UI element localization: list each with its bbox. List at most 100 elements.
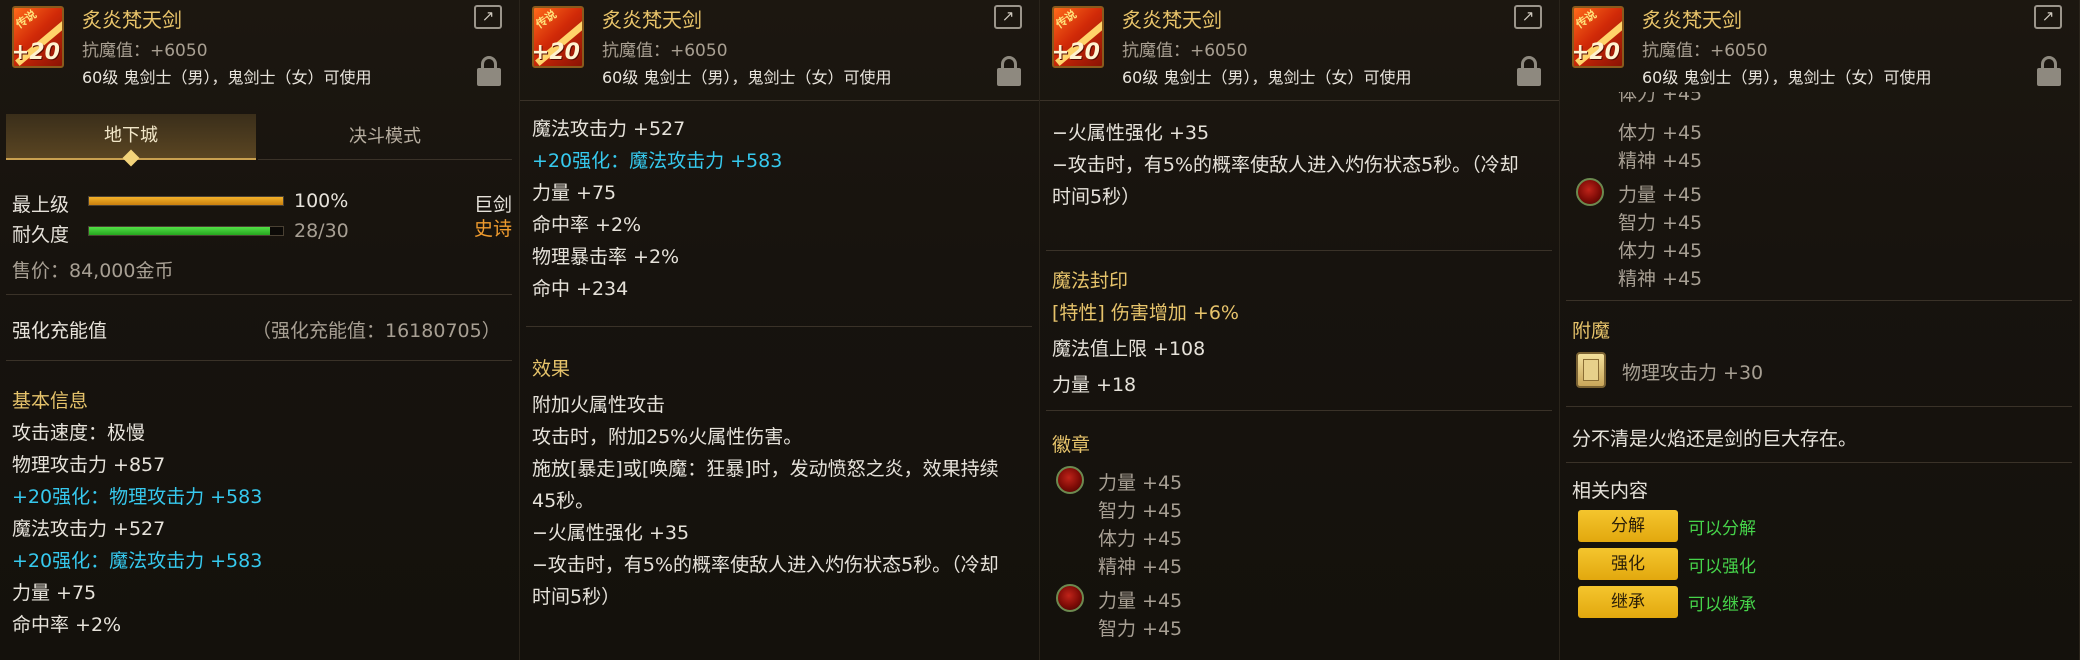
divider — [1046, 250, 1552, 251]
divider — [1566, 300, 2072, 301]
effect-line: 时间5秒） — [1052, 186, 1141, 208]
divider — [526, 326, 1032, 327]
effect-line: −火属性强化 +35 — [532, 522, 690, 544]
item-resist: 抗魔值：+6050 — [1642, 41, 1768, 61]
emblem-stat: 精神 +45 — [1618, 150, 1703, 172]
item-name: 炙炎梵天剑 — [82, 8, 182, 32]
tab-pvp[interactable]: 决斗模式 — [258, 114, 512, 160]
divider — [520, 100, 1039, 101]
item-name: 炙炎梵天剑 — [1122, 8, 1222, 32]
effect-line: 45秒。 — [532, 490, 595, 512]
item-resist: 抗魔值：+6050 — [1122, 41, 1248, 61]
share-icon[interactable]: ↗ — [994, 5, 1022, 29]
magic-seal-line: 力量 +18 — [1052, 374, 1137, 396]
item-name: 炙炎梵天剑 — [602, 8, 702, 32]
tooltip-panel-1: 传说 +20 炙炎梵天剑 抗魔值：+6050 60级 鬼剑士（男），鬼剑士（女）… — [0, 0, 520, 660]
stat-line: 魔法攻击力 +527 — [532, 118, 686, 140]
magic-seal-line: 魔法值上限 +108 — [1052, 338, 1206, 360]
item-header: 传说 +20 炙炎梵天剑 抗魔值：+6050 60级 鬼剑士（男），鬼剑士（女）… — [520, 0, 1039, 98]
inherit-button[interactable]: 继承 — [1578, 586, 1678, 618]
stat-line: 物理攻击力 +857 — [12, 454, 166, 476]
divider — [1566, 462, 2072, 463]
sell-price: 售价：84,000金币 — [12, 260, 174, 282]
stat-line: 命中率 +2% — [12, 614, 122, 636]
effect-line: −攻击时，有5%的概率使敌人进入灼伤状态5秒。（冷却 — [1052, 154, 1519, 176]
share-icon[interactable]: ↗ — [1514, 5, 1542, 29]
stat-line: 力量 +75 — [12, 582, 97, 604]
emblem-stat: 体力 +45 — [1618, 122, 1703, 144]
divider — [6, 360, 512, 361]
tooltip-panel-2: 传说 +20 炙炎梵天剑 抗魔值：+6050 60级 鬼剑士（男），鬼剑士（女）… — [520, 0, 1040, 660]
icon-badge: 传说 — [533, 7, 560, 32]
lock-icon[interactable] — [476, 56, 502, 86]
enchant-value: 物理攻击力 +30 — [1622, 362, 1764, 384]
emblem-stat: 智力 +45 — [1618, 212, 1703, 234]
enhance-button[interactable]: 强化 — [1578, 548, 1678, 580]
stat-line: +20强化：魔法攻击力 +583 — [532, 150, 783, 172]
item-usable-classes: 60级 鬼剑士（男），鬼剑士（女）可使用 — [82, 68, 372, 87]
durability-bar-fill — [89, 227, 270, 235]
divider — [1046, 410, 1552, 411]
grade-label: 最上级 — [12, 194, 70, 216]
enchant-card-icon — [1576, 352, 1606, 388]
grade-bar-fill — [89, 197, 283, 205]
effect-line: −火属性强化 +35 — [1052, 122, 1210, 144]
divider — [1040, 100, 1559, 101]
emblem-stat: 智力 +45 — [1098, 500, 1183, 522]
related-title: 相关内容 — [1572, 480, 1649, 502]
tooltip-panel-4: 传说 +20 炙炎梵天剑 抗魔值：+6050 60级 鬼剑士（男），鬼剑士（女）… — [1560, 0, 2080, 660]
red-emblem-icon — [1056, 584, 1084, 612]
lock-icon[interactable] — [2036, 56, 2062, 86]
lock-icon[interactable] — [996, 56, 1022, 86]
divider — [6, 294, 512, 295]
tab-dungeon[interactable]: 地下城 — [6, 114, 256, 167]
durability-value: 28/30 — [294, 220, 349, 242]
lock-icon[interactable] — [1516, 56, 1542, 86]
stat-line: 魔法攻击力 +527 — [12, 518, 166, 540]
divider — [1566, 406, 2072, 407]
sword-item-icon: 传说 +20 — [12, 6, 64, 68]
weapon-type: 巨剑 — [474, 194, 513, 216]
magic-seal-title: 魔法封印 — [1052, 270, 1129, 292]
share-icon[interactable]: ↗ — [474, 5, 502, 29]
item-usable-classes: 60级 鬼剑士（男），鬼剑士（女）可使用 — [1122, 68, 1412, 87]
emblem-stat: 智力 +45 — [1098, 618, 1183, 640]
disassemble-status: 可以分解 — [1688, 519, 1756, 539]
stat-line: 攻击速度：极慢 — [12, 422, 146, 444]
disassemble-button[interactable]: 分解 — [1578, 510, 1678, 542]
icon-badge: 传说 — [13, 7, 40, 32]
durability-bar — [88, 226, 284, 236]
durability-label: 耐久度 — [12, 224, 70, 246]
item-usable-classes: 60级 鬼剑士（男），鬼剑士（女）可使用 — [1642, 68, 1932, 87]
stat-line: 命中率 +2% — [532, 214, 642, 236]
share-icon[interactable]: ↗ — [2034, 5, 2062, 29]
icon-level: +20 — [12, 40, 60, 65]
item-header: 传说 +20 炙炎梵天剑 抗魔值：+6050 60级 鬼剑士（男），鬼剑士（女）… — [0, 0, 519, 98]
item-usable-classes: 60级 鬼剑士（男），鬼剑士（女）可使用 — [602, 68, 892, 87]
icon-level: +20 — [1052, 40, 1100, 65]
tab-pvp-label: 决斗模式 — [349, 126, 421, 147]
emblem-stat: 精神 +45 — [1098, 556, 1183, 578]
magic-seal-trait: [特性] 伤害增加 +6% — [1052, 302, 1239, 324]
emblem-stat: 体力 +45 — [1098, 528, 1183, 550]
item-resist: 抗魔值：+6050 — [82, 41, 208, 61]
icon-level: +20 — [532, 40, 580, 65]
item-header: 传说 +20 炙炎梵天剑 抗魔值：+6050 60级 鬼剑士（男），鬼剑士（女）… — [1560, 0, 2079, 98]
tooltip-panel-3: 传说 +20 炙炎梵天剑 抗魔值：+6050 60级 鬼剑士（男），鬼剑士（女）… — [1040, 0, 1560, 660]
emblem-stat: 力量 +45 — [1618, 184, 1703, 206]
grade-value: 100% — [294, 190, 349, 212]
effect-line: −攻击时，有5%的概率使敌人进入灼伤状态5秒。（冷却 — [532, 554, 999, 576]
grade-bar — [88, 196, 284, 206]
basic-info-title: 基本信息 — [12, 390, 89, 412]
emblem-stat: 力量 +45 — [1098, 472, 1183, 494]
flavor-text: 分不清是火焰还是剑的巨大存在。 — [1572, 428, 1858, 450]
enchant-title: 附魔 — [1572, 320, 1611, 342]
sword-item-icon: 传说 +20 — [532, 6, 584, 68]
enhance-charge-label: 强化充能值 — [12, 320, 108, 342]
emblem-stat-partial: 体力 +45 — [1618, 92, 1703, 105]
emblem-stat: 力量 +45 — [1098, 590, 1183, 612]
stat-line: 物理暴击率 +2% — [532, 246, 680, 268]
emblem-stat: 精神 +45 — [1618, 268, 1703, 290]
red-emblem-icon — [1056, 466, 1084, 494]
icon-badge: 传说 — [1573, 7, 1600, 32]
